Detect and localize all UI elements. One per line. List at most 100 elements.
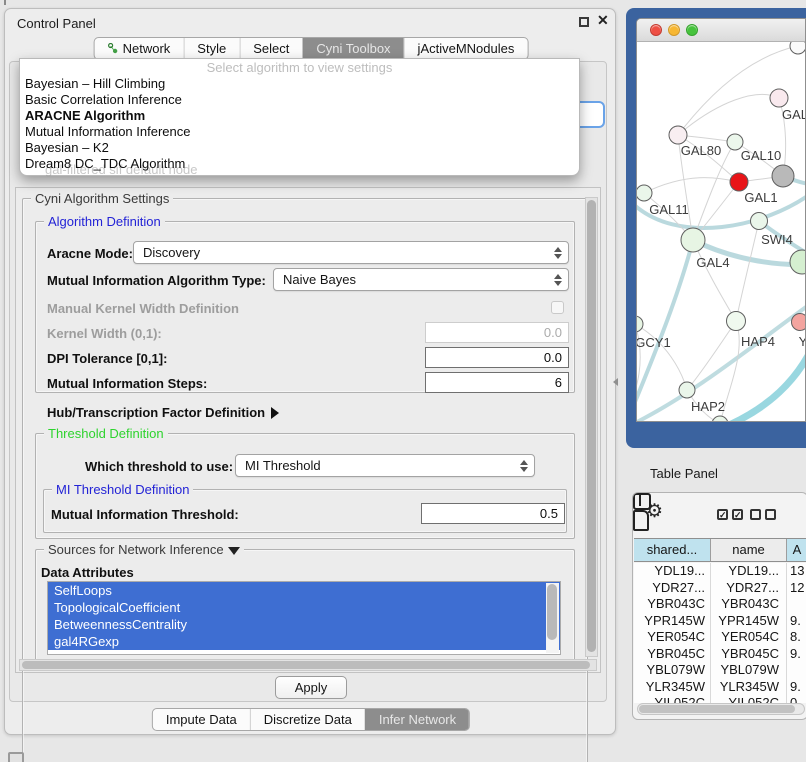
- network-view-frame: GAL80GAL10GAL1GALGAL11SWI4GAL4GCY1HAP4YH…: [626, 8, 806, 448]
- algorithm-option[interactable]: Dream8 DC_TDC Algorithm: [20, 156, 579, 172]
- node-label: GAL1: [744, 190, 777, 205]
- select-all-checkbox-icon[interactable]: ✓: [717, 509, 728, 520]
- table-cell: YDL19...: [711, 563, 787, 580]
- deselect-all-checkbox-icon[interactable]: [765, 509, 776, 520]
- network-node-gal4[interactable]: [681, 228, 705, 252]
- mi-algorithm-type-combobox[interactable]: Naive Bayes: [273, 268, 569, 291]
- mi-steps-field[interactable]: 6: [425, 372, 569, 393]
- node-label: HAP2: [691, 399, 725, 414]
- tab-discretize-data[interactable]: Discretize Data: [250, 709, 365, 730]
- dpi-tolerance-field[interactable]: 0.0: [425, 347, 569, 368]
- algorithm-option[interactable]: Bayesian – K2: [20, 140, 579, 156]
- select-all-checkbox-icon[interactable]: ✓: [732, 509, 743, 520]
- close-traffic-light[interactable]: [650, 24, 662, 36]
- column-header[interactable]: shared...: [634, 539, 711, 561]
- tab-select[interactable]: Select: [239, 38, 302, 59]
- combobox-stepper-icon: [553, 246, 563, 260]
- tab-label: jActiveMNodules: [418, 38, 515, 59]
- data-attribute-item[interactable]: BetweennessCentrality: [48, 616, 560, 633]
- attributes-list-scrollbar[interactable]: [546, 583, 559, 653]
- data-attributes-label: Data Attributes: [41, 565, 134, 580]
- network-node-y[interactable]: [792, 314, 806, 331]
- network-node-swi4[interactable]: [751, 213, 768, 230]
- tab-network[interactable]: Network: [95, 38, 184, 59]
- table-row[interactable]: YBR043CYBR043C: [634, 596, 806, 613]
- network-view-window[interactable]: GAL80GAL10GAL1GALGAL11SWI4GAL4GCY1HAP4YH…: [636, 18, 806, 422]
- network-node-hap4[interactable]: [727, 312, 746, 331]
- network-node-gcy1[interactable]: [637, 316, 643, 332]
- table-cell: YLR345W: [711, 679, 787, 696]
- window-title: Control Panel: [17, 16, 96, 31]
- which-threshold-combobox[interactable]: MI Threshold: [235, 454, 535, 477]
- minimize-traffic-light[interactable]: [668, 24, 680, 36]
- apply-button[interactable]: Apply: [275, 676, 347, 699]
- tab-jactivemnodules[interactable]: jActiveMNodules: [404, 38, 528, 59]
- settings-horizontal-scrollbar[interactable]: [19, 659, 597, 671]
- splitpane-collapse-icon[interactable]: [613, 378, 618, 386]
- data-attribute-item[interactable]: SelfLoops: [48, 582, 560, 599]
- table-row[interactable]: YLR345WYLR345W9.: [634, 679, 806, 696]
- table-row[interactable]: YBR045CYBR045C9.: [634, 646, 806, 663]
- table-horizontal-scrollbar[interactable]: [637, 703, 805, 715]
- sources-toggle[interactable]: Sources for Network Inference: [44, 542, 244, 557]
- network-node[interactable]: [790, 42, 806, 54]
- sources-title: Sources for Network Inference: [48, 542, 224, 557]
- network-node-gal11[interactable]: [637, 185, 652, 201]
- table-cell: 0.: [787, 695, 806, 703]
- table-cell: 12: [787, 580, 806, 597]
- table-row[interactable]: YER054CYER054C8.: [634, 629, 806, 646]
- network-node-gal[interactable]: [770, 89, 788, 107]
- network-node-hap2[interactable]: [679, 382, 695, 398]
- column-header[interactable]: name: [711, 539, 787, 561]
- data-attribute-item[interactable]: TopologicalCoefficient: [48, 599, 560, 616]
- hub-definition-toggle[interactable]: Hub/Transcription Factor Definition: [47, 405, 279, 420]
- tab-infer-network[interactable]: Infer Network: [365, 709, 469, 730]
- tab-cyni-toolbox[interactable]: Cyni Toolbox: [302, 38, 403, 59]
- algorithm-option[interactable]: Bayesian – Hill Climbing: [20, 76, 579, 92]
- aracne-mode-combobox[interactable]: Discovery: [133, 241, 569, 264]
- float-window-icon[interactable]: [579, 17, 589, 27]
- algorithm-option[interactable]: Basic Correlation Inference: [20, 92, 579, 108]
- data-attribute-item[interactable]: gal4RGexp: [48, 633, 560, 650]
- combobox-stepper-icon: [519, 459, 529, 473]
- table-row[interactable]: YIL052CYIL052C0.: [634, 695, 806, 703]
- settings-vertical-scrollbar[interactable]: [585, 197, 598, 657]
- tab-style[interactable]: Style: [183, 38, 239, 59]
- kernel-width-field[interactable]: 0.0: [425, 322, 569, 343]
- table-body: YDL19...YDL19...13YDR27...YDR27...12YBR0…: [634, 563, 806, 703]
- algorithm-option[interactable]: Mutual Information Inference: [20, 124, 579, 140]
- algorithm-option[interactable]: ARACNE Algorithm: [20, 108, 579, 124]
- network-node-gal80[interactable]: [669, 126, 687, 144]
- dropdown-list: Bayesian – Hill ClimbingBasic Correlatio…: [20, 76, 579, 172]
- column-header[interactable]: A: [787, 539, 806, 561]
- mi-threshold-field[interactable]: 0.5: [421, 503, 565, 524]
- tab-impute-data[interactable]: Impute Data: [153, 709, 250, 730]
- network-node[interactable]: [772, 165, 794, 187]
- close-icon[interactable]: ✕: [597, 12, 609, 29]
- combobox-value: Naive Bayes: [283, 272, 356, 287]
- table-row[interactable]: YDL19...YDL19...13: [634, 563, 806, 580]
- network-node-gal1[interactable]: [730, 173, 748, 191]
- network-canvas[interactable]: GAL80GAL10GAL1GALGAL11SWI4GAL4GCY1HAP4YH…: [637, 42, 806, 422]
- node-label: GAL: [782, 107, 806, 122]
- aracne-mode-label: Aracne Mode:: [47, 246, 133, 261]
- table-row[interactable]: YBL079WYBL079W: [634, 662, 806, 679]
- network-nodes[interactable]: GAL80GAL10GAL1GALGAL11SWI4GAL4GCY1HAP4YH…: [637, 42, 806, 422]
- manual-kernel-width-checkbox[interactable]: [551, 301, 564, 314]
- minimized-panel-icon[interactable]: [8, 752, 24, 762]
- screen: Control Panel ✕ Network Style Select Cyn…: [0, 0, 806, 762]
- node-label: GCY1: [637, 335, 671, 350]
- network-node[interactable]: [712, 416, 728, 422]
- dropdown-prompt: Select algorithm to view settings: [20, 59, 579, 76]
- table-cell: YDR27...: [634, 580, 711, 597]
- zoom-traffic-light[interactable]: [686, 24, 698, 36]
- table-cell: YBR045C: [711, 646, 787, 663]
- table-row[interactable]: YDR27...YDR27...12: [634, 580, 806, 597]
- table-settings-gear-icon[interactable]: ⚙: [646, 500, 663, 523]
- table-row[interactable]: YPR145WYPR145W9.: [634, 613, 806, 630]
- data-attributes-list[interactable]: SelfLoopsTopologicalCoefficientBetweenne…: [47, 581, 561, 655]
- node-label: Y: [799, 334, 806, 349]
- combobox-value: Discovery: [143, 245, 200, 260]
- deselect-all-checkbox-icon[interactable]: [750, 509, 761, 520]
- network-node[interactable]: [790, 250, 806, 274]
